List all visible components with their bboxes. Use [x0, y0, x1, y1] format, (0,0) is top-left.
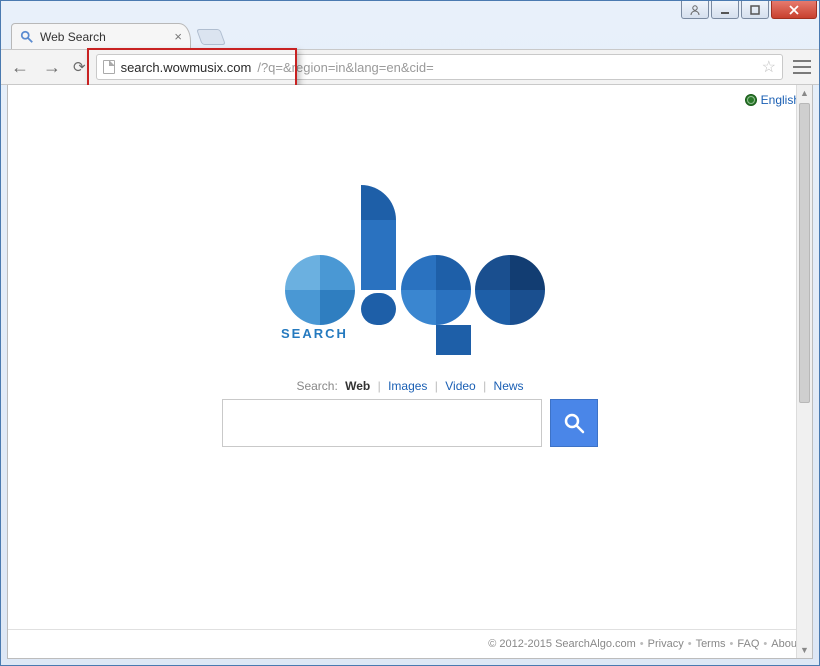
footer-faq[interactable]: FAQ	[737, 638, 759, 650]
logo: SEARCH	[275, 175, 545, 355]
maximize-button[interactable]	[741, 1, 769, 19]
footer-privacy[interactable]: Privacy	[648, 638, 684, 650]
reload-button[interactable]: ⟳	[73, 58, 86, 76]
tab-news[interactable]: News	[494, 379, 524, 393]
footer-copyright: © 2012-2015 SearchAlgo.com	[488, 638, 636, 650]
browser-window: Web Search × ← → ⟳ search.wowmusix.com /?…	[0, 0, 820, 666]
browser-toolbar: ← → ⟳ search.wowmusix.com /?q=&region=in&…	[1, 49, 819, 85]
page-icon	[103, 60, 115, 74]
address-bar[interactable]: search.wowmusix.com /?q=&region=in&lang=e…	[96, 54, 783, 80]
scrollbar-thumb[interactable]	[799, 103, 810, 403]
bookmark-star-icon[interactable]: ☆	[762, 57, 776, 77]
language-link[interactable]: English	[745, 93, 800, 107]
close-button[interactable]	[771, 1, 817, 19]
language-label: English	[761, 93, 800, 107]
search-category-tabs: Search: Web | Images | Video | News	[296, 379, 523, 393]
browser-tab[interactable]: Web Search ×	[11, 23, 191, 49]
new-tab-button[interactable]	[196, 29, 226, 45]
main-content: SEARCH Search: Web | Images | Video | Ne…	[8, 115, 812, 629]
tab-images[interactable]: Images	[388, 379, 427, 393]
url-host: search.wowmusix.com	[121, 60, 252, 75]
logo-subtext: SEARCH	[281, 326, 348, 341]
tab-close-icon[interactable]: ×	[174, 29, 182, 44]
minimize-button[interactable]	[711, 1, 739, 19]
vertical-scrollbar[interactable]: ▲ ▼	[796, 85, 812, 658]
tab-video[interactable]: Video	[445, 379, 475, 393]
search-input[interactable]	[222, 399, 542, 447]
scroll-down-icon[interactable]: ▼	[797, 642, 812, 658]
search-icon	[562, 411, 586, 435]
forward-button[interactable]: →	[41, 57, 63, 78]
user-button[interactable]	[681, 1, 709, 19]
url-rest: /?q=&region=in&lang=en&cid=	[257, 60, 433, 75]
favicon-icon	[20, 30, 34, 44]
globe-icon	[745, 94, 757, 106]
page-viewport: English	[7, 85, 813, 659]
search-row	[222, 399, 598, 447]
tab-web[interactable]: Web	[345, 379, 370, 393]
search-tabs-label: Search:	[296, 379, 337, 393]
back-button[interactable]: ←	[9, 57, 31, 78]
footer: © 2012-2015 SearchAlgo.com • Privacy • T…	[8, 629, 812, 658]
tab-strip: Web Search ×	[1, 21, 819, 49]
scroll-up-icon[interactable]: ▲	[797, 85, 812, 101]
window-titlebar	[1, 1, 819, 21]
menu-button[interactable]	[793, 60, 811, 74]
footer-terms[interactable]: Terms	[696, 638, 726, 650]
tab-title: Web Search	[40, 30, 106, 44]
language-bar: English	[8, 85, 812, 115]
search-button[interactable]	[550, 399, 598, 447]
